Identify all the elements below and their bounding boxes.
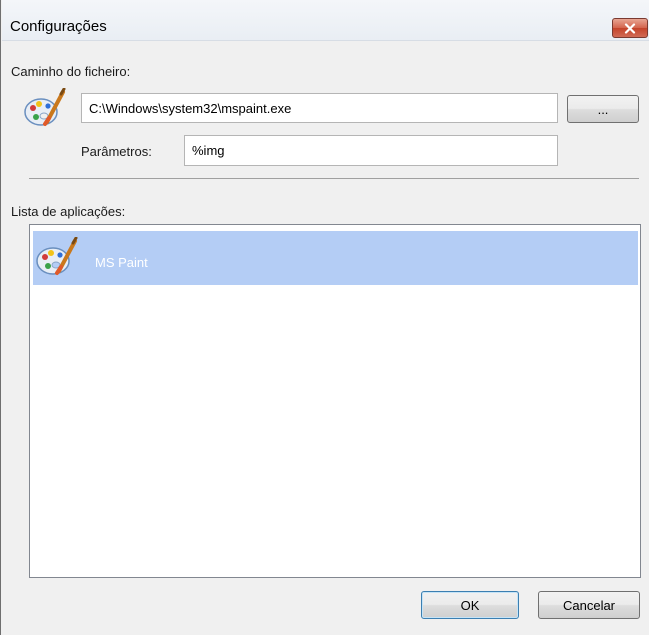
list-item[interactable]: MS Paint: [33, 231, 638, 285]
app-list-label: Lista de aplicações:: [11, 204, 126, 219]
cancel-button[interactable]: Cancelar: [538, 591, 640, 619]
file-path-label: Caminho do ficheiro:: [11, 64, 131, 79]
close-button[interactable]: [612, 18, 648, 38]
list-item-label: MS Paint: [95, 255, 148, 270]
ok-button[interactable]: OK: [421, 591, 519, 619]
app-list[interactable]: MS Paint: [29, 224, 641, 578]
file-path-input[interactable]: C:\Windows\system32\mspaint.exe: [81, 93, 558, 123]
divider: [29, 178, 639, 179]
paint-palette-icon: [24, 88, 66, 126]
browse-button[interactable]: ...: [567, 95, 639, 123]
settings-dialog: Configurações Caminho do ficheiro: C:\Wi…: [0, 0, 649, 635]
close-icon: [624, 22, 636, 34]
window-title: Configurações: [10, 18, 107, 35]
title-bar[interactable]: Configurações: [2, 0, 649, 41]
parameters-input[interactable]: %img: [184, 135, 558, 166]
parameters-label: Parâmetros:: [81, 144, 152, 159]
paint-palette-icon: [36, 237, 78, 275]
